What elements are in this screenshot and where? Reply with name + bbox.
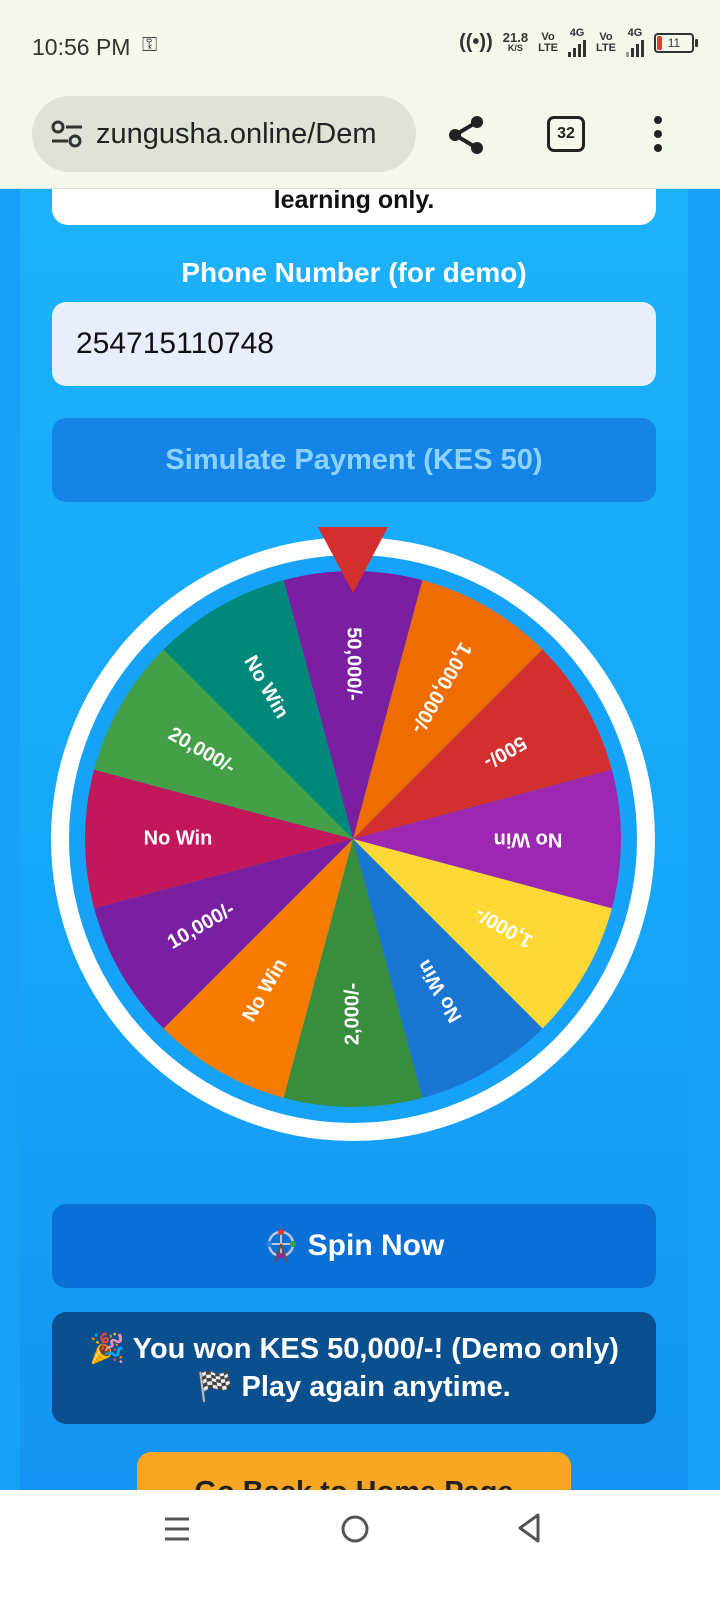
spin-now-label: Spin Now [307, 1229, 445, 1262]
key-icon: ⚿ [142, 34, 158, 56]
disclaimer-text: learning only. [273, 189, 435, 214]
result-line-2: 🏁 Play again anytime. [197, 1371, 511, 1403]
back-icon[interactable] [516, 1512, 542, 1544]
simulate-payment-button[interactable]: Simulate Payment (KES 50) [52, 418, 656, 502]
wheel-segment-label: No Win [494, 829, 563, 851]
web-page: learning only. Phone Number (for demo) S… [0, 189, 720, 1490]
spin-now-button[interactable]: Spin Now [52, 1204, 656, 1288]
tab-switcher-button[interactable]: 32 [547, 116, 585, 152]
wheel-segment-label: No Win [144, 827, 213, 849]
main-container: learning only. Phone Number (for demo) S… [20, 189, 688, 1490]
site-settings-icon[interactable] [50, 119, 84, 149]
ferris-wheel-icon [265, 1229, 296, 1263]
status-time: 10:56 PM [32, 34, 131, 60]
result-line-1: 🎉 You won KES 50,000/-! (Demo only) [89, 1333, 619, 1365]
recent-apps-icon[interactable] [163, 1514, 191, 1544]
address-bar[interactable]: zungusha.online/Dem [32, 96, 416, 172]
phone-input[interactable] [52, 302, 656, 386]
phone-label: Phone Number (for demo) [181, 257, 527, 288]
system-nav-bar [0, 1490, 720, 1600]
result-message: 🎉 You won KES 50,000/-! (Demo only) 🏁 Pl… [52, 1312, 656, 1424]
hotspot-icon: ((•)) [459, 31, 493, 53]
wheel-graphic: 50,000/- 1,000,000/-500/-No Win1,000/-No … [51, 527, 655, 1141]
net-speed: 21.8 K/S [502, 29, 529, 53]
status-bar: 10:56 PM ⚿ ((•)) 21.8 K/S Vo LTE 4G Vo LTE… [0, 0, 720, 92]
share-icon[interactable] [446, 114, 488, 156]
signal-icon-1: 4G [568, 28, 587, 57]
disclaimer-card: learning only. [52, 189, 656, 225]
wheel-segment-label: 2,000/- [341, 983, 363, 1045]
wheel-segment-label: 50,000/- [343, 627, 365, 700]
status-icons: ((•)) 21.8 K/S Vo LTE 4G Vo LTE 4G 11 [459, 28, 698, 57]
url-text[interactable]: zungusha.online/Dem [96, 118, 406, 151]
volte-badge-2: Vo LTE [596, 30, 616, 54]
more-options-icon[interactable] [650, 114, 666, 154]
battery-icon: 11 [654, 32, 698, 53]
browser-toolbar: zungusha.online/Dem 32 [0, 92, 720, 189]
home-page-button[interactable]: Go Back to Home Page [137, 1452, 571, 1490]
prize-wheel: 50,000/- 1,000,000/- 500/- No Win 1,000/- No … [50, 523, 660, 1143]
home-icon[interactable] [340, 1514, 370, 1544]
volte-badge-1: Vo LTE [538, 30, 559, 54]
signal-icon-2: 4G [626, 28, 644, 57]
